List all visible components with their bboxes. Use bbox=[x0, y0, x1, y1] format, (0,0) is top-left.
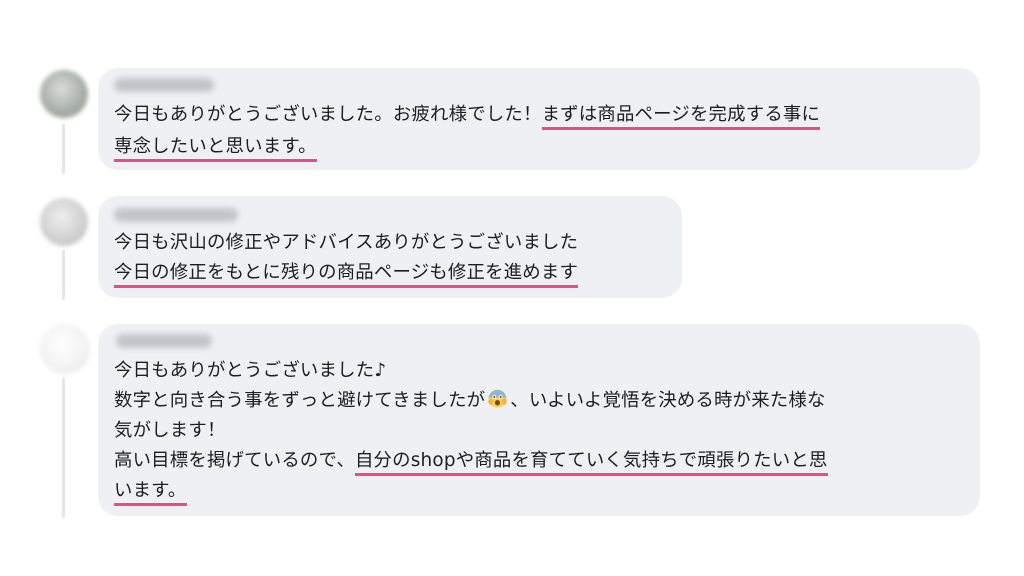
commenter-name[interactable] bbox=[114, 78, 214, 92]
highlighted-text: います。 bbox=[114, 480, 187, 506]
comment-text: 今日もありがとうございました。お疲れ様でした！ bbox=[114, 104, 542, 125]
commenter-name[interactable] bbox=[114, 208, 238, 222]
highlighted-text: 自分のshopや商品を育てていく気持ちで頑張りたいと思 bbox=[354, 450, 828, 476]
comment-text-line: 今日もありがとうございました。お疲れ様でした！まずは商品ページを完成する事に bbox=[114, 102, 821, 130]
highlighted-text: 今日の修正をもとに残りの商品ページも修正を進めます bbox=[114, 262, 579, 288]
thread-line bbox=[62, 250, 65, 300]
comment-text: 、いよいよ覚悟を決める時が来た様な bbox=[510, 390, 826, 411]
scared-face-emoji bbox=[488, 389, 507, 408]
comment-text-line: 気がします！ bbox=[114, 418, 226, 444]
comment-text-line: 専念したいと思います。 bbox=[114, 134, 317, 162]
comment-bubble: 今日もありがとうございました。お疲れ様でした！まずは商品ページを完成する事に 専… bbox=[98, 68, 980, 170]
thread-line bbox=[62, 378, 65, 518]
comment-bubble: 今日もありがとうございました♪ 数字と向き合う事をずっと避けてきましたが 、いよい… bbox=[98, 324, 980, 516]
comment-text: 気がします！ bbox=[114, 420, 226, 441]
comment-text-line: 今日も沢山の修正やアドバイスありがとうございました bbox=[114, 230, 578, 256]
comment-thread: 今日もありがとうございました。お疲れ様でした！まずは商品ページを完成する事に 専… bbox=[0, 0, 1024, 576]
comment-text: 高い目標を掲げているので、 bbox=[114, 450, 355, 471]
comment-text-line: 数字と向き合う事をずっと避けてきましたが 、いよいよ覚悟を決める時が来た様な bbox=[114, 388, 826, 414]
avatar[interactable] bbox=[40, 70, 88, 118]
thread-line bbox=[62, 124, 65, 174]
highlighted-text: まずは商品ページを完成する事に bbox=[541, 104, 821, 130]
avatar[interactable] bbox=[40, 198, 88, 246]
comment-text: 今日も沢山の修正やアドバイスありがとうございました bbox=[114, 232, 579, 253]
avatar[interactable] bbox=[40, 324, 90, 374]
comment-text: 数字と向き合う事をずっと避けてきましたが bbox=[114, 390, 486, 411]
comment-bubble: 今日も沢山の修正やアドバイスありがとうございました 今日の修正をもとに残りの商品… bbox=[98, 196, 682, 298]
highlighted-text: 専念したいと思います。 bbox=[114, 136, 317, 162]
comment-text-line: 今日もありがとうございました♪ bbox=[114, 358, 386, 384]
commenter-name[interactable] bbox=[116, 334, 212, 348]
comment-text-line: います。 bbox=[114, 478, 187, 506]
comment-text: 今日もありがとうございました♪ bbox=[114, 360, 387, 381]
comment-text-line: 今日の修正をもとに残りの商品ページも修正を進めます bbox=[114, 260, 579, 288]
comment-text-line: 高い目標を掲げているので、自分のshopや商品を育てていく気持ちで頑張りたいと思 bbox=[114, 448, 828, 476]
